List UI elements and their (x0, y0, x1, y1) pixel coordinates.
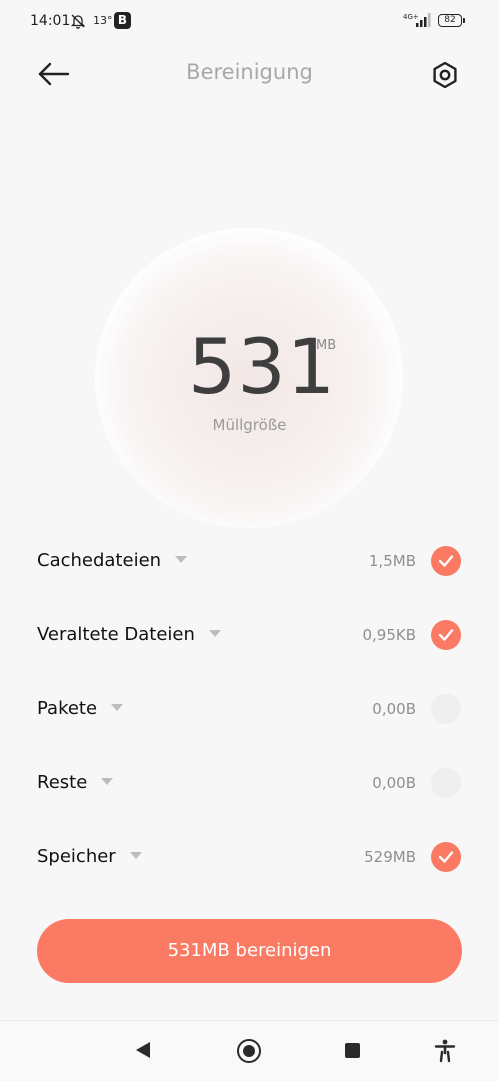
battery-icon: 82 (438, 14, 462, 27)
app-notification-badge: B (114, 12, 131, 29)
checkmark-icon (438, 629, 454, 641)
checkmark-icon (438, 851, 454, 863)
nav-home-icon[interactable] (237, 1039, 261, 1063)
checkbox-checked[interactable] (431, 546, 461, 576)
status-time: 14:01 (30, 13, 71, 29)
navigation-bar (0, 1020, 499, 1081)
category-label[interactable]: Speicher (37, 846, 142, 867)
category-size: 1,5MB (368, 552, 416, 570)
nav-back-icon[interactable] (136, 1042, 150, 1058)
accessibility-icon[interactable] (434, 1039, 456, 1063)
chevron-down-icon[interactable] (208, 629, 221, 637)
category-label[interactable]: Pakete (37, 698, 124, 719)
category-label[interactable]: Reste (37, 772, 114, 793)
checkmark-icon (438, 555, 454, 567)
page-title: Bereinigung (186, 60, 313, 84)
chevron-down-icon[interactable] (101, 777, 114, 785)
category-name: Veraltete Dateien (37, 624, 195, 645)
chevron-down-icon[interactable] (129, 851, 142, 859)
clean-button[interactable]: 531MB bereinigen (37, 919, 462, 983)
category-name: Reste (37, 772, 88, 793)
nav-recents-icon[interactable] (345, 1043, 360, 1058)
battery-level: 82 (444, 15, 456, 25)
junk-size-label: Müllgröße (212, 416, 287, 434)
category-size: 0,95KB (362, 626, 416, 644)
checkbox-unchecked[interactable] (431, 768, 461, 798)
category-label[interactable]: Veraltete Dateien (37, 624, 221, 645)
category-size: 529MB (364, 848, 416, 866)
category-size: 0,00B (372, 774, 416, 792)
junk-size-value: 531 (188, 322, 337, 411)
status-temperature: 13° (93, 14, 113, 27)
chevron-down-icon[interactable] (111, 703, 124, 711)
hexagon-settings-icon (433, 61, 457, 89)
category-row[interactable]: Pakete 0,00B (0, 680, 499, 740)
category-row[interactable]: Veraltete Dateien 0,95KB (0, 606, 499, 666)
checkbox-checked[interactable] (431, 842, 461, 872)
bell-muted-icon (70, 14, 86, 29)
category-label[interactable]: Cachedateien (37, 550, 188, 571)
junk-size-unit: MB (316, 338, 337, 353)
checkbox-unchecked[interactable] (431, 694, 461, 724)
settings-button[interactable] (428, 58, 462, 92)
battery-tip (463, 18, 465, 23)
signal-icon (416, 13, 431, 27)
checkbox-checked[interactable] (431, 620, 461, 650)
category-size: 0,00B (372, 700, 416, 718)
chevron-down-icon[interactable] (175, 555, 188, 563)
category-row[interactable]: Speicher 529MB (0, 828, 499, 888)
category-name: Cachedateien (37, 550, 162, 571)
category-name: Pakete (37, 698, 98, 719)
status-bar: 14:01 13° B 4G+ 82 (0, 0, 499, 44)
category-row[interactable]: Cachedateien 1,5MB (0, 532, 499, 592)
category-name: Speicher (37, 846, 116, 867)
category-row[interactable]: Reste 0,00B (0, 754, 499, 814)
